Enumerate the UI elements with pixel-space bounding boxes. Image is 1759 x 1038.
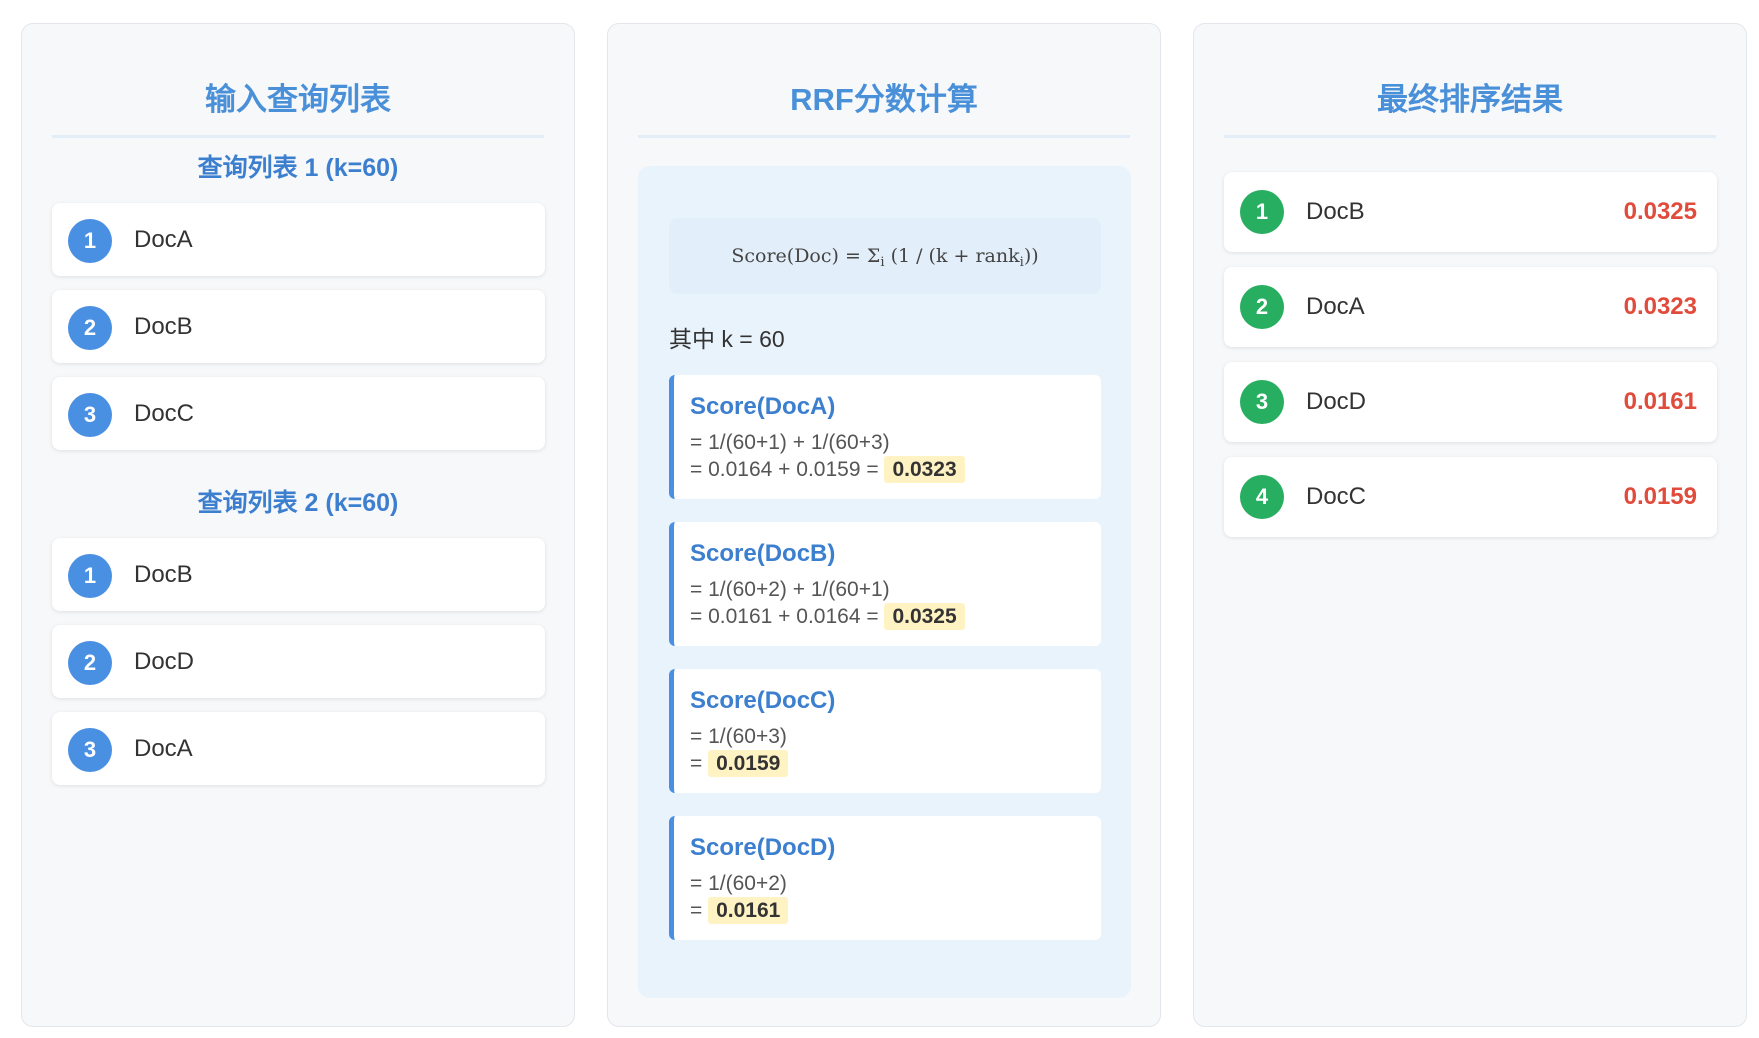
score-sum: = 0.0164 + 0.0159 =	[690, 458, 879, 481]
score-result-line: = 0.0161 + 0.0164 = 0.0325	[690, 603, 965, 631]
list-item: 2 DocD	[52, 625, 545, 698]
rrf-formula: Score(Doc) = Σi (1 / (k + ranki))	[669, 218, 1101, 294]
score-formula: = 1/(60+1) + 1/(60+3)	[690, 431, 890, 454]
rank-badge: 1	[1240, 190, 1284, 234]
score-value: 0.0323	[884, 456, 965, 483]
score-sum: =	[690, 752, 703, 775]
panel-title: 输入查询列表	[52, 80, 544, 138]
score-formula: = 1/(60+2) + 1/(60+1)	[690, 578, 890, 601]
result-row: 2 DocA 0.0323	[1224, 267, 1717, 347]
doc-label: DocA	[134, 226, 193, 253]
rank-badge: 2	[68, 641, 112, 685]
score-title: Score(DocA)	[690, 393, 836, 420]
final-score: 0.0161	[1623, 388, 1697, 415]
score-sum: = 0.0161 + 0.0164 =	[690, 605, 879, 628]
panel-title: RRF分数计算	[638, 80, 1130, 138]
score-card-docd: Score(DocD) = 1/(60+2) = 0.0161	[669, 816, 1101, 940]
rank-badge: 2	[1240, 285, 1284, 329]
list-item: 1 DocB	[52, 538, 545, 611]
final-score: 0.0325	[1623, 198, 1697, 225]
input-lists-panel: 输入查询列表 查询列表 1 (k=60) 1 DocA 2 DocB 3 Doc…	[21, 23, 575, 1027]
final-ranking-panel: 最终排序结果 1 DocB 0.0325 2 DocA 0.0323 3 Doc…	[1193, 23, 1747, 1027]
score-result-line: = 0.0161	[690, 897, 789, 925]
score-title: Score(DocC)	[690, 687, 836, 714]
list-item: 3 DocA	[52, 712, 545, 785]
list-item: 1 DocA	[52, 203, 545, 276]
score-title: Score(DocB)	[690, 540, 836, 567]
result-row: 1 DocB 0.0325	[1224, 172, 1717, 252]
doc-label: DocB	[134, 561, 193, 588]
rank-badge: 3	[68, 728, 112, 772]
score-card-docb: Score(DocB) = 1/(60+2) + 1/(60+1) = 0.01…	[669, 522, 1101, 646]
score-card-doca: Score(DocA) = 1/(60+1) + 1/(60+3) = 0.01…	[669, 375, 1101, 499]
rank-badge: 1	[68, 554, 112, 598]
formula-lhs: Score(Doc) = Σ	[731, 245, 881, 267]
list-item: 3 DocC	[52, 377, 545, 450]
formula-rhs: ))	[1023, 245, 1039, 267]
score-result-line: = 0.0159	[690, 750, 789, 778]
rank-badge: 3	[1240, 380, 1284, 424]
score-formula: = 1/(60+2)	[690, 872, 787, 895]
panel-title: 最终排序结果	[1224, 80, 1716, 138]
doc-label: DocA	[134, 735, 193, 762]
final-score: 0.0323	[1623, 293, 1697, 320]
doc-label: DocB	[1306, 198, 1365, 225]
score-value: 0.0161	[708, 897, 789, 924]
score-value: 0.0159	[708, 750, 789, 777]
query-list-2-title: 查询列表 2 (k=60)	[197, 489, 399, 517]
calculation-box: Score(Doc) = Σi (1 / (k + ranki)) 其中 k =…	[638, 166, 1131, 998]
doc-label: DocC	[1306, 483, 1367, 510]
score-result-line: = 0.0164 + 0.0159 = 0.0323	[690, 456, 965, 484]
final-score: 0.0159	[1623, 483, 1697, 510]
doc-label: DocD	[134, 648, 195, 675]
formula-middle: (1 / (k + rank	[884, 245, 1020, 267]
rank-badge: 4	[1240, 475, 1284, 519]
rank-badge: 3	[68, 393, 112, 437]
doc-label: DocD	[1306, 388, 1367, 415]
score-value: 0.0325	[884, 603, 965, 630]
doc-label: DocA	[1306, 293, 1365, 320]
query-list-1-title: 查询列表 1 (k=60)	[197, 154, 399, 182]
score-formula: = 1/(60+3)	[690, 725, 787, 748]
rank-badge: 2	[68, 306, 112, 350]
rrf-calculation-panel: RRF分数计算 Score(Doc) = Σi (1 / (k + ranki)…	[607, 23, 1161, 1027]
score-title: Score(DocD)	[690, 834, 836, 861]
k-parameter-text: 其中 k = 60	[669, 326, 785, 352]
doc-label: DocC	[134, 400, 195, 427]
rank-badge: 1	[68, 219, 112, 263]
doc-label: DocB	[134, 313, 193, 340]
result-row: 4 DocC 0.0159	[1224, 457, 1717, 537]
result-row: 3 DocD 0.0161	[1224, 362, 1717, 442]
score-card-docc: Score(DocC) = 1/(60+3) = 0.0159	[669, 669, 1101, 793]
list-item: 2 DocB	[52, 290, 545, 363]
score-sum: =	[690, 899, 703, 922]
